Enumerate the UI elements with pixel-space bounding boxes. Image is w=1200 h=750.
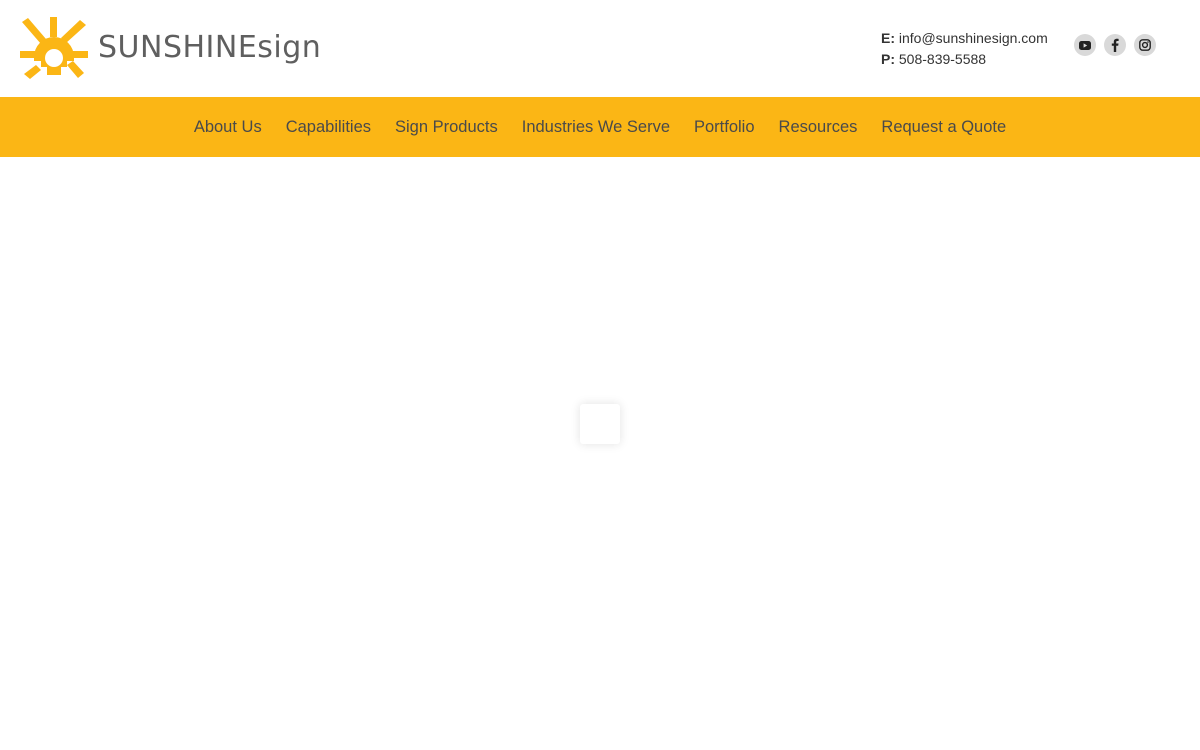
email-label: E: bbox=[881, 30, 895, 46]
nav-item-request-a-quote[interactable]: Request a Quote bbox=[869, 118, 1018, 137]
youtube-icon bbox=[1079, 40, 1091, 50]
nav-item-resources[interactable]: Resources bbox=[767, 118, 870, 137]
social-links bbox=[1074, 34, 1156, 56]
nav-item-capabilities[interactable]: Capabilities bbox=[274, 118, 383, 137]
loading-spinner bbox=[580, 404, 620, 444]
logo-wordmark: SUNSHINEsign bbox=[98, 33, 321, 63]
instagram-icon bbox=[1139, 39, 1151, 51]
contact-email-row: E: info@sunshinesign.com bbox=[881, 28, 1048, 49]
phone-label: P: bbox=[881, 51, 895, 67]
site-header: SUNSHINEsign E: info@sunshinesign.com P:… bbox=[0, 0, 1200, 97]
site-logo[interactable]: SUNSHINEsign bbox=[20, 17, 321, 79]
logo-wordmark-suffix: sign bbox=[257, 30, 322, 65]
contact-phone-row: P: 508-839-5588 bbox=[881, 49, 1048, 70]
logo-wordmark-main: SUNSHINE bbox=[98, 30, 258, 65]
page: SUNSHINEsign E: info@sunshinesign.com P:… bbox=[0, 0, 1200, 750]
sun-logo-icon bbox=[20, 17, 88, 79]
email-link[interactable]: info@sunshinesign.com bbox=[899, 30, 1048, 46]
nav-item-about-us[interactable]: About Us bbox=[182, 118, 274, 137]
youtube-link[interactable] bbox=[1074, 34, 1096, 56]
contact-info: E: info@sunshinesign.com P: 508-839-5588 bbox=[881, 28, 1048, 70]
phone-link[interactable]: 508-839-5588 bbox=[899, 51, 986, 67]
nav-item-industries-we-serve[interactable]: Industries We Serve bbox=[510, 118, 682, 137]
facebook-icon bbox=[1111, 38, 1119, 52]
nav-item-sign-products[interactable]: Sign Products bbox=[383, 118, 510, 137]
instagram-link[interactable] bbox=[1134, 34, 1156, 56]
facebook-link[interactable] bbox=[1104, 34, 1126, 56]
main-nav: About Us Capabilities Sign Products Indu… bbox=[0, 97, 1200, 157]
nav-item-portfolio[interactable]: Portfolio bbox=[682, 118, 767, 137]
